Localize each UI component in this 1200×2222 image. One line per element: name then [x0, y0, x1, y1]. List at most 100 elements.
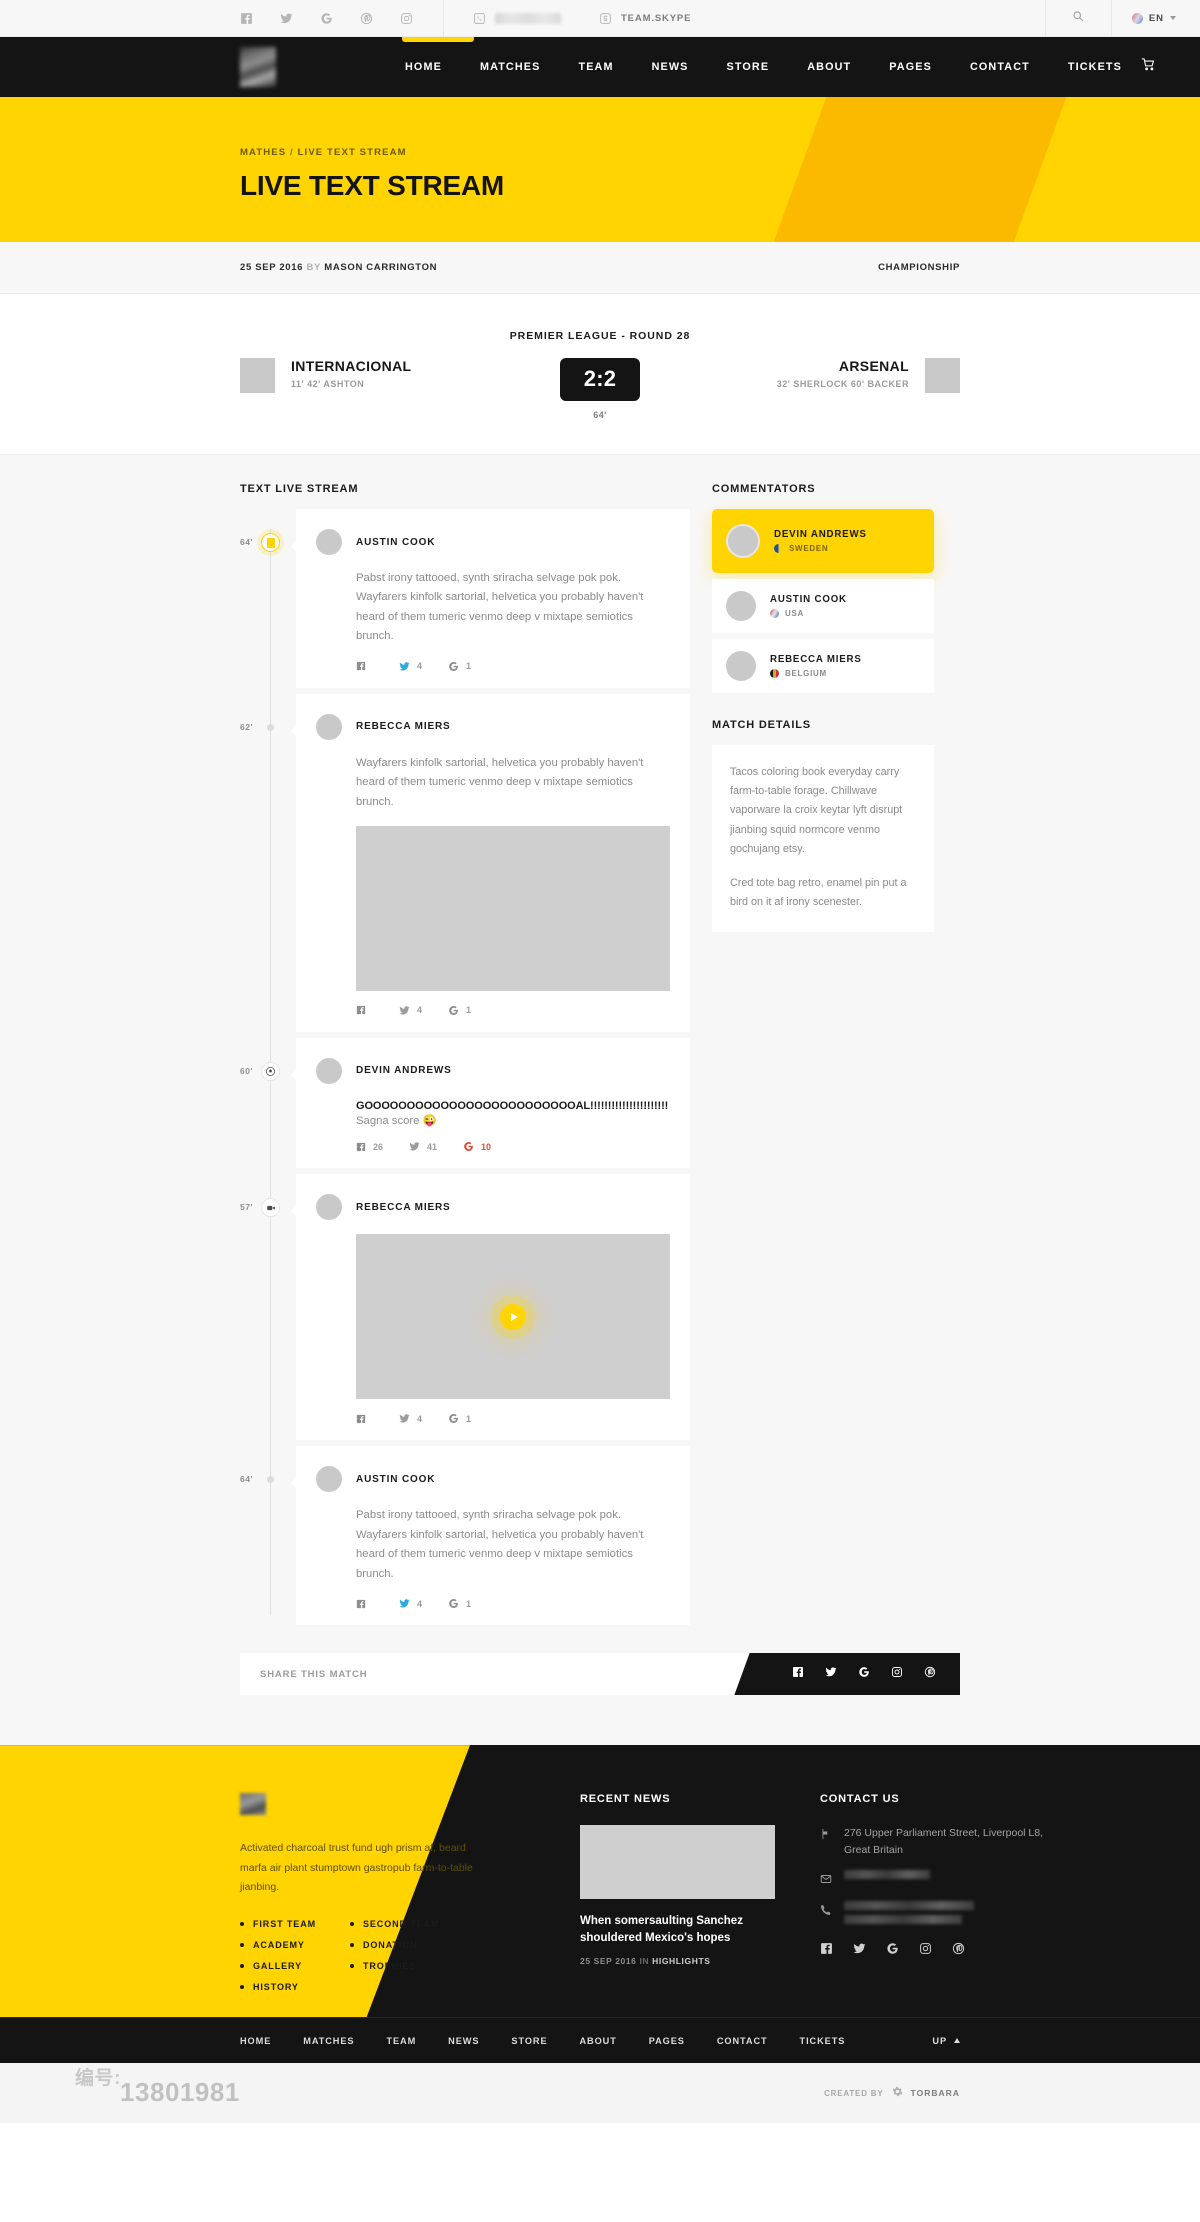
footer-about-text: Activated charcoal trust fund ugh prism … [240, 1842, 473, 1893]
twitter-share-button[interactable]: 41 [409, 1141, 437, 1152]
play-button[interactable] [500, 1303, 526, 1330]
cart-button[interactable] [1141, 57, 1156, 77]
facebook-icon[interactable] [792, 1665, 804, 1683]
nav-item-tickets[interactable]: TICKETS [1049, 37, 1141, 97]
instagram-icon[interactable] [919, 1942, 932, 1960]
list-item[interactable]: HISTORY [240, 1982, 316, 1992]
nav-item-news[interactable]: NEWS [633, 37, 708, 97]
footer-link-first-team[interactable]: FIRST TEAM [253, 1919, 316, 1929]
google-share-button[interactable]: 1 [448, 1598, 471, 1609]
post-image [356, 825, 670, 991]
google-icon[interactable] [320, 12, 333, 25]
footer-nav-pages[interactable]: PAGES [649, 2036, 685, 2046]
google-share-button[interactable]: 10 [463, 1141, 491, 1152]
pinterest-icon[interactable] [360, 12, 373, 25]
news-category[interactable]: HIGHLIGHTS [652, 1956, 710, 1966]
list-item[interactable]: DONATION [350, 1940, 439, 1950]
stream-post: AUSTIN COOK Pabst irony tattooed, synth … [291, 509, 690, 688]
google-icon[interactable] [886, 1942, 899, 1960]
google-icon[interactable] [858, 1665, 870, 1683]
commentator-item[interactable]: REBECCA MIERS BELGIUM [712, 639, 934, 693]
footer-link-academy[interactable]: ACADEMY [253, 1940, 305, 1950]
post-video[interactable] [356, 1234, 670, 1400]
facebook-share-button[interactable] [356, 1005, 373, 1015]
post-author[interactable]: AUSTIN COOK [356, 1474, 435, 1485]
instagram-icon[interactable] [891, 1665, 903, 1683]
footer-nav-news[interactable]: NEWS [448, 2036, 479, 2046]
cart-icon [1141, 58, 1156, 76]
google-share-button[interactable]: 1 [448, 1005, 471, 1016]
article-author[interactable]: MASON CARRINGTON [324, 262, 437, 273]
breadcrumb-root[interactable]: MATHES [240, 147, 286, 158]
footer-link-history[interactable]: HISTORY [253, 1982, 299, 1992]
footer-nav-team[interactable]: TEAM [386, 2036, 416, 2046]
facebook-icon[interactable] [820, 1942, 833, 1960]
footer-logo[interactable] [240, 1793, 266, 1816]
nav-menu: HOME MATCHES TEAM NEWS STORE ABOUT PAGES… [386, 37, 1141, 97]
footer-nav-matches[interactable]: MATCHES [303, 2036, 354, 2046]
twitter-share-button[interactable]: 4 [399, 1598, 422, 1609]
list-item[interactable]: SECOND TEAM [350, 1919, 439, 1929]
facebook-share-button[interactable] [356, 1599, 373, 1609]
footer-nav-tickets[interactable]: TICKETS [800, 2036, 846, 2046]
nav-item-pages[interactable]: PAGES [870, 37, 951, 97]
page-root: TEAM.SKYPE EN HOME MATCHES TEAM NEWS STO… [0, 0, 1200, 2124]
google-share-button[interactable]: 1 [448, 661, 471, 672]
nav-item-about[interactable]: ABOUT [788, 37, 870, 97]
footer-nav-contact[interactable]: CONTACT [717, 2036, 768, 2046]
twitter-icon[interactable] [825, 1665, 837, 1683]
list-item[interactable]: ACADEMY [240, 1940, 316, 1950]
news-thumbnail[interactable] [580, 1825, 775, 1900]
footer-bottom-bar: 编号: 13801981 CREATED BY TORBARA [0, 2063, 1200, 2124]
footer-link-trophies[interactable]: TROPHIES [363, 1961, 416, 1971]
footer-nav-store[interactable]: STORE [511, 2036, 547, 2046]
nav-item-store[interactable]: STORE [708, 37, 789, 97]
instagram-icon[interactable] [400, 12, 413, 25]
score-block: 2:2 64' [559, 358, 641, 420]
list-item[interactable]: TROPHIES [350, 1961, 439, 1971]
nav-item-home[interactable]: HOME [386, 37, 461, 97]
twitter-share-button[interactable]: 4 [399, 1413, 422, 1424]
commentator-item-active[interactable]: DEVIN ANDREWS SWEDEN [712, 509, 934, 573]
google-share-button[interactable]: 1 [448, 1413, 471, 1424]
contact-phone[interactable] [820, 1900, 1050, 1924]
home-team: INTERNACIONAL 11' 42' ASHTON [240, 358, 490, 393]
footer-nav-home[interactable]: HOME [240, 2036, 271, 2046]
news-headline[interactable]: When somersaulting Sanchez shouldered Me… [580, 1913, 780, 1946]
post-author[interactable]: REBECCA MIERS [356, 721, 451, 732]
nav-item-matches[interactable]: MATCHES [461, 37, 560, 97]
footer-nav-about[interactable]: ABOUT [580, 2036, 617, 2046]
facebook-icon[interactable] [240, 12, 253, 25]
avatar [316, 1057, 342, 1084]
list-item[interactable]: FIRST TEAM [240, 1919, 316, 1929]
contact-email[interactable] [820, 1869, 1050, 1890]
twitter-share-button[interactable]: 4 [399, 661, 422, 672]
footer-link-second-team[interactable]: SECOND TEAM [363, 1919, 439, 1929]
nav-item-team[interactable]: TEAM [559, 37, 632, 97]
pinterest-icon[interactable] [952, 1942, 965, 1960]
facebook-share-button[interactable] [356, 661, 373, 671]
post-author[interactable]: DEVIN ANDREWS [356, 1065, 452, 1076]
facebook-share-button[interactable]: 26 [356, 1142, 383, 1152]
topbar-skype[interactable]: TEAM.SKYPE [599, 12, 691, 25]
pinterest-icon[interactable] [924, 1665, 936, 1683]
back-to-top-button[interactable]: UP [932, 2036, 960, 2046]
post-author[interactable]: REBECCA MIERS [356, 1202, 451, 1213]
facebook-share-button[interactable] [356, 1414, 373, 1424]
language-selector[interactable]: EN [1110, 0, 1200, 37]
post-author[interactable]: AUSTIN COOK [356, 537, 435, 548]
list-item[interactable]: GALLERY [240, 1961, 316, 1971]
twitter-icon[interactable] [853, 1942, 866, 1960]
site-logo[interactable] [240, 46, 276, 88]
footer-link-donation[interactable]: DONATION [363, 1940, 418, 1950]
topbar-phone[interactable] [473, 12, 561, 25]
twitter-icon[interactable] [280, 12, 293, 25]
footer-social-links [820, 1942, 1050, 1960]
timeline-minute: 62' [240, 721, 254, 732]
twitter-share-button[interactable]: 4 [399, 1005, 422, 1016]
nav-item-contact[interactable]: CONTACT [951, 37, 1049, 97]
league-round-label: PREMIER LEAGUE - ROUND 28 [509, 330, 691, 342]
search-button[interactable] [1044, 0, 1111, 37]
footer-link-gallery[interactable]: GALLERY [253, 1961, 302, 1971]
commentator-item[interactable]: AUSTIN COOK USA [712, 579, 934, 633]
